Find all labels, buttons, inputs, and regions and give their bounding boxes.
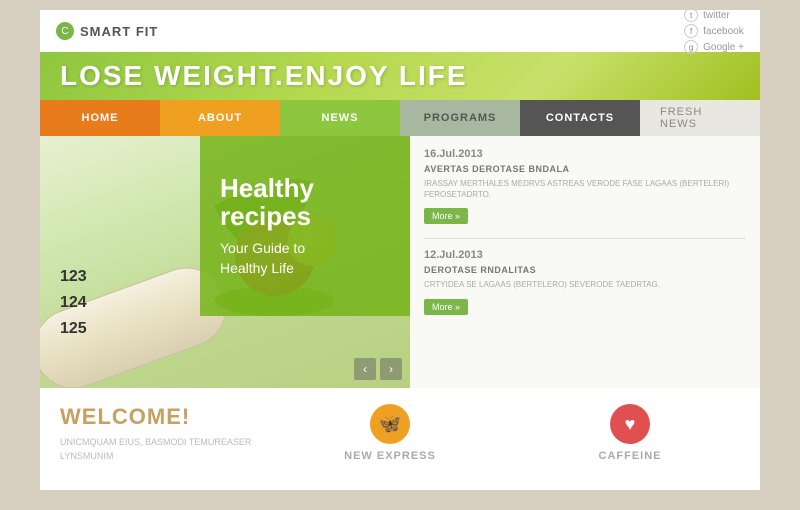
hero-text-overlay: Healthy recipes Your Guide toHealthy Lif… bbox=[200, 136, 410, 316]
caffeine-col: ♥ CAFFEINE bbox=[520, 404, 740, 463]
news-date-1: 16.Jul.2013 bbox=[424, 148, 746, 160]
nav: HOME ABOUT NEWS PROGRAMS CONTACTS FRESH … bbox=[40, 100, 760, 136]
tape-num-3: 125 bbox=[60, 320, 87, 338]
more-button-1[interactable]: More » bbox=[424, 208, 468, 224]
logo-icon-letter: C bbox=[61, 26, 68, 37]
header: C SMART FIT t twitter f facebook g Googl… bbox=[40, 10, 760, 52]
nav-programs[interactable]: PROGRAMS bbox=[400, 100, 520, 136]
welcome-text: UNICMQUAM EIUS, BASMODI TEMUREASER LYNSM… bbox=[60, 436, 260, 463]
twitter-icon: t bbox=[684, 10, 698, 22]
nav-about[interactable]: ABOUT bbox=[160, 100, 280, 136]
prev-arrow[interactable]: ‹ bbox=[354, 358, 376, 380]
bottom-section: WELCOME! UNICMQUAM EIUS, BASMODI TEMUREA… bbox=[40, 388, 760, 473]
welcome-col: WELCOME! UNICMQUAM EIUS, BASMODI TEMUREA… bbox=[60, 404, 260, 463]
hero-title-part1: LOSE WEIGHT. bbox=[60, 60, 285, 91]
hero-title: LOSE WEIGHT.ENJOY LIFE bbox=[60, 60, 468, 92]
page-wrapper: C SMART FIT t twitter f facebook g Googl… bbox=[40, 10, 760, 490]
welcome-title: WELCOME! bbox=[60, 404, 260, 430]
tape-numbers: 123 124 125 bbox=[60, 268, 87, 338]
nav-arrows: ‹ › bbox=[354, 358, 402, 380]
news-divider bbox=[424, 238, 746, 239]
social-links: t twitter f facebook g Google + bbox=[684, 10, 744, 54]
main-content: 123 124 125 Healthy recipes Your Guide t… bbox=[40, 136, 760, 388]
news-body-2: CRTYIDEA SE LAGAAS (BERTELERO) SEVERODE … bbox=[424, 279, 746, 290]
hero-heading-text: Healthy recipes bbox=[220, 173, 314, 232]
tape-num-2: 124 bbox=[60, 294, 87, 312]
hero-title-part2: ENJOY LIFE bbox=[285, 60, 468, 91]
hero-banner: LOSE WEIGHT.ENJOY LIFE bbox=[40, 52, 760, 100]
heart-icon: ♥ bbox=[610, 404, 650, 444]
google-link[interactable]: g Google + bbox=[684, 40, 744, 54]
hero-heading: Healthy recipes bbox=[220, 174, 390, 231]
facebook-link[interactable]: f facebook bbox=[684, 24, 744, 38]
nav-contacts[interactable]: CONTACTS bbox=[520, 100, 640, 136]
more-button-2[interactable]: More » bbox=[424, 299, 468, 315]
facebook-icon: f bbox=[684, 24, 698, 38]
new-express-label: NEW EXPRESS bbox=[344, 450, 436, 462]
google-label: Google + bbox=[703, 42, 744, 53]
hero-image: 123 124 125 Healthy recipes Your Guide t… bbox=[40, 136, 410, 388]
hero-subtext: Your Guide toHealthy Life bbox=[220, 239, 390, 278]
logo-icon: C bbox=[56, 22, 74, 40]
news-title-2: DEROTASE RNDALITAS bbox=[424, 265, 746, 275]
news-title-1: AVERTAS DEROTASE BNDALA bbox=[424, 164, 746, 174]
butterfly-icon: 🦋 bbox=[370, 404, 410, 444]
tape-num-1: 123 bbox=[60, 268, 87, 286]
caffeine-label: CAFFEINE bbox=[599, 450, 662, 462]
news-date-2: 12.Jul.2013 bbox=[424, 249, 746, 261]
nav-fresh-news[interactable]: FRESH NEWS bbox=[640, 100, 760, 136]
facebook-label: facebook bbox=[703, 26, 744, 37]
nav-news[interactable]: NEWS bbox=[280, 100, 400, 136]
logo-text: SMART FIT bbox=[80, 24, 158, 39]
nav-home[interactable]: HOME bbox=[40, 100, 160, 136]
logo: C SMART FIT bbox=[56, 22, 158, 40]
google-icon: g bbox=[684, 40, 698, 54]
news-body-1: IRASSAY MERTHALES MEDRVS ASTREAS VERODE … bbox=[424, 178, 746, 200]
twitter-label: twitter bbox=[703, 10, 730, 21]
fresh-news-panel: 16.Jul.2013 AVERTAS DEROTASE BNDALA IRAS… bbox=[410, 136, 760, 388]
new-express-col: 🦋 NEW EXPRESS bbox=[280, 404, 500, 463]
news-item-1: 16.Jul.2013 AVERTAS DEROTASE BNDALA IRAS… bbox=[424, 148, 746, 224]
next-arrow[interactable]: › bbox=[380, 358, 402, 380]
twitter-link[interactable]: t twitter bbox=[684, 10, 744, 22]
news-item-2: 12.Jul.2013 DEROTASE RNDALITAS CRTYIDEA … bbox=[424, 249, 746, 314]
